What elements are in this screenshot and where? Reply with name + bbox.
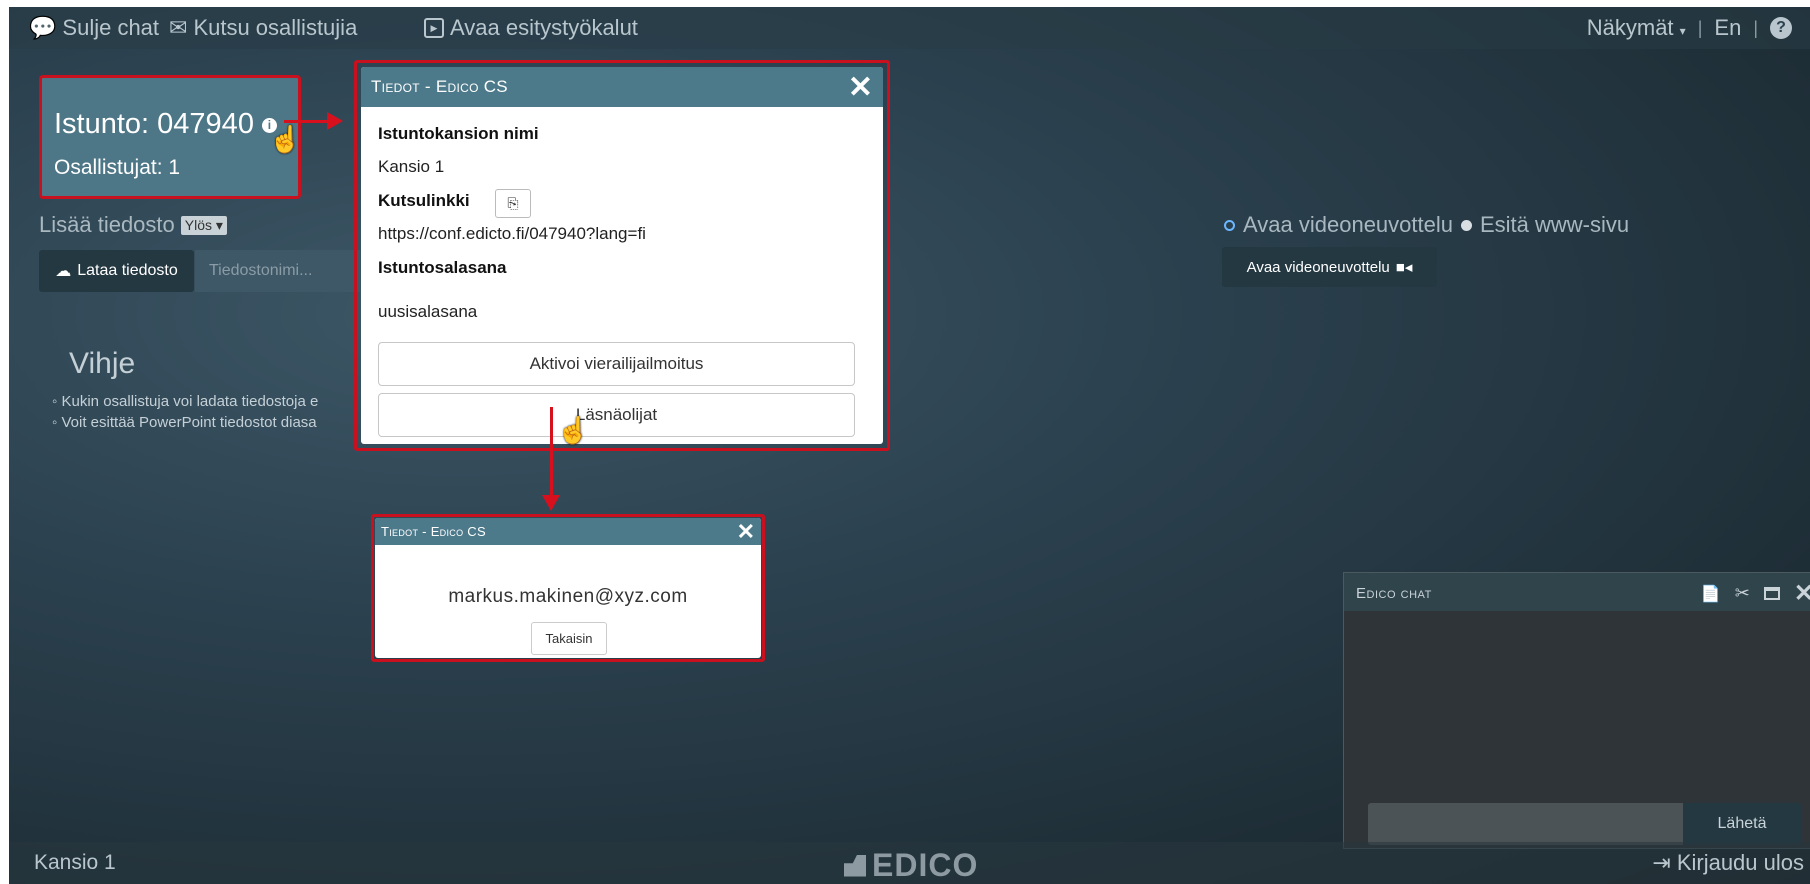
session-info-card: Istunto: 047940 i Osallistujat: 1 [39,75,301,199]
radio-web[interactable] [1460,219,1472,231]
chat-icon: 💬 [29,15,57,40]
logo-mark-icon [844,854,866,877]
present-icon: ▶ [424,18,444,38]
option-web-label: Esitä www-sivu [1479,212,1630,237]
annotation-arrow [284,120,329,123]
top-right-menu: Näkymät ▾ | En | ? [1587,15,1792,41]
info-dialog: Tiedot - Edico CS ✕ Istuntokansion nimi … [361,67,883,444]
chat-message-input[interactable] [1368,803,1683,845]
language-link[interactable]: En [1714,15,1741,41]
back-button[interactable]: Takaisin [531,622,607,655]
copy-icon: ⎘ [507,195,519,211]
hint-item: ◦ Kukin osallistuja voi ladata tiedostoj… [52,393,319,410]
help-icon[interactable]: ? [1770,17,1792,39]
attendee-dialog: Tiedot - Edico CS ✕ markus.makinen@xyz.c… [375,518,761,658]
upload-file-button[interactable]: ☁ Lataa tiedosto [39,250,194,292]
folder-label: Istuntokansion nimi [378,124,539,143]
edico-logo: EDICO [844,847,978,884]
copy-link-button[interactable]: ⎘ [495,189,531,218]
option-video-label: Avaa videoneuvottelu [1243,212,1453,237]
session-id-label: Istunto: 047940 [54,108,254,140]
dialog-header: Tiedot - Edico CS ✕ [375,518,761,545]
folder-value: Kansio 1 [378,157,445,176]
maximize-icon[interactable] [1763,587,1780,600]
invite-label: Kutsu osallistujia [193,15,358,40]
password-value: uusisalasana [378,302,478,321]
cut-icon[interactable]: ✂ [1735,583,1750,604]
app-background: 💬 Sulje chat ✉ Kutsu osallistujia ▶ Avaa… [9,7,1810,884]
export-icon[interactable]: 📄 [1701,584,1721,604]
add-file-row: Lisää tiedosto Ylös ▾ [39,212,227,238]
caret-down-icon: ▾ [1679,24,1686,38]
close-icon[interactable]: ✕ [1794,579,1810,608]
chat-header: Edico chat 📄 ✂ ✕ [1344,573,1810,611]
password-label: Istuntosalasana [378,258,507,277]
hint-item-text: Kukin osallistuja voi ladata tiedostoja … [61,393,319,410]
filename-input[interactable]: Tiedostonimi... [195,250,360,292]
envelope-icon: ✉ [169,15,188,40]
direction-select[interactable]: Ylös ▾ [180,215,227,235]
invite-participants-link[interactable]: ✉ Kutsu osallistujia [169,15,357,41]
hint-title: Vihje [69,347,136,380]
add-file-label: Lisää tiedosto [39,212,175,237]
participant-count: Osallistujat: 1 [54,156,181,179]
separator: | [1753,17,1758,38]
hint-item: ◦ Voit esittää PowerPoint tiedostot dias… [52,414,317,431]
attendees-button[interactable]: Läsnäolijat [378,393,855,437]
video-button-label: Avaa videoneuvottelu [1246,258,1390,276]
close-icon[interactable]: ✕ [737,519,755,545]
logout-icon: ⇥ [1652,850,1671,875]
annotation-arrow [550,407,553,497]
attendee-email: markus.makinen@xyz.com [448,586,688,607]
dialog-title: Tiedot - Edico CS [381,524,486,539]
annotation-arrowhead [542,495,560,511]
logout-label: Kirjaudu ulos [1676,850,1804,875]
dialog-title: Tiedot - Edico CS [371,77,508,96]
open-tools-label: Avaa esitystyökalut [450,15,638,40]
upload-label: Lataa tiedosto [77,262,178,279]
close-chat-label: Sulje chat [62,15,160,40]
invite-link-label: Kutsulinkki [378,191,470,210]
hand-cursor-icon: ☝ [557,415,590,445]
views-label: Näkymät [1586,15,1674,40]
logout-link[interactable]: ⇥ Kirjaudu ulos [1652,850,1804,876]
bottom-bar: Kansio 1 EDICO ⇥ Kirjaudu ulos [9,842,1810,884]
video-camera-icon: ■◂ [1395,259,1413,276]
separator: | [1697,17,1703,38]
hint-item-text: Voit esittää PowerPoint tiedostot diasa [61,414,317,431]
invite-link-value[interactable]: https://conf.edicto.fi/047940?lang=fi [378,224,646,244]
close-chat-link[interactable]: 💬 Sulje chat [29,15,159,41]
chat-title: Edico chat [1356,585,1432,602]
top-toolbar: 💬 Sulje chat ✉ Kutsu osallistujia ▶ Avaa… [9,7,1810,49]
open-video-conference-button[interactable]: Avaa videoneuvottelu ■◂ [1222,247,1437,287]
close-icon[interactable]: ✕ [848,70,873,105]
activate-guest-notification-button[interactable]: Aktivoi vierailijailmoitus [378,342,855,386]
dialog-header: Tiedot - Edico CS ✕ [361,67,883,107]
annotation-arrowhead [327,112,343,130]
session-title: Istunto: 047940 i [54,108,277,141]
send-button[interactable]: Lähetä [1683,803,1801,845]
upload-icon: ☁ [55,263,72,280]
chat-controls: 📄 ✂ ✕ [1701,579,1810,608]
open-presentation-tools-link[interactable]: ▶ Avaa esitystyökalut [424,15,638,41]
radio-video[interactable] [1224,219,1235,231]
views-dropdown[interactable]: Näkymät ▾ [1587,15,1686,41]
current-folder: Kansio 1 [34,851,116,874]
direction-value: Ylös [184,216,212,233]
chat-panel: Edico chat 📄 ✂ ✕ Lähetä [1343,572,1810,849]
hand-cursor-icon: ☝ [269,124,302,154]
logo-text: EDICO [872,847,979,883]
conference-options: Avaa videoneuvottelu Esitä www-sivu [1224,212,1629,238]
